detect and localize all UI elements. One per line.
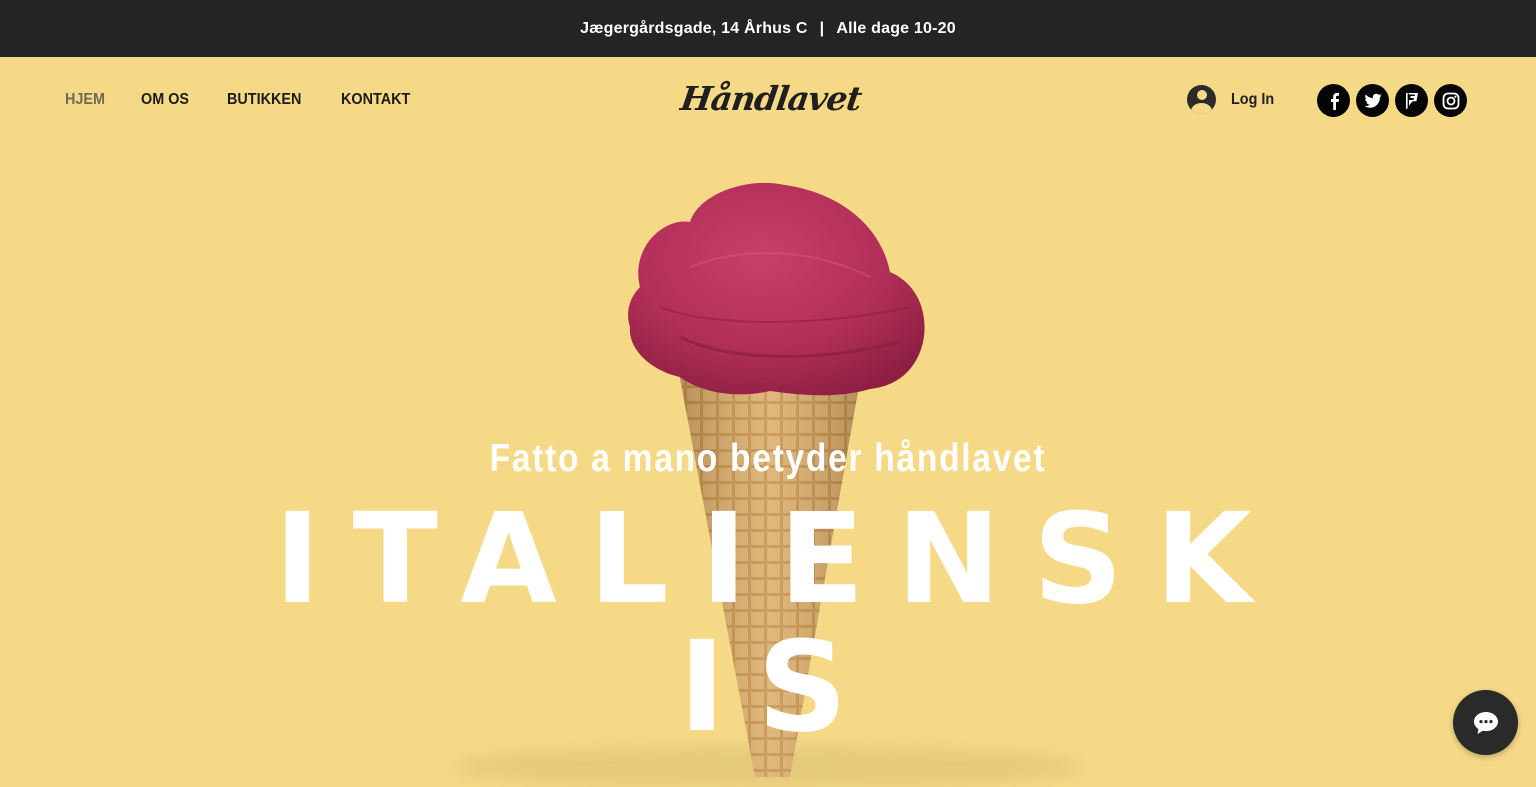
chat-bubble-icon — [1473, 711, 1498, 734]
login-button[interactable]: Log In — [1187, 85, 1279, 114]
hero-headline-line1: ITALIENSK — [274, 487, 1284, 632]
site-header: HJEM OM OS BUTIKKEN KONTAKT Håndlavet Lo… — [0, 57, 1536, 147]
instagram-icon[interactable] — [1434, 84, 1467, 117]
site-logo[interactable]: Håndlavet — [678, 79, 864, 125]
hero-section: Fatto a mano betyder håndlavet ITALIENSK… — [0, 147, 1536, 787]
login-label: Log In — [1231, 90, 1275, 108]
topbar-separator: | — [819, 19, 825, 37]
opening-hours: Alle dage 10-20 — [836, 19, 956, 37]
nav-item-kontakt[interactable]: KONTAKT — [341, 91, 410, 109]
hero-tagline: Fatto a mano betyder håndlavet — [489, 437, 1047, 480]
foursquare-icon[interactable] — [1395, 84, 1428, 117]
nav-item-butikken[interactable]: BUTIKKEN — [227, 91, 301, 109]
store-address: Jægergårdsgade, 14 Århus C — [580, 19, 808, 37]
facebook-icon[interactable] — [1317, 84, 1350, 117]
social-bar — [1317, 84, 1467, 117]
user-avatar-icon — [1187, 85, 1216, 114]
nav-item-om-os[interactable]: OM OS — [141, 91, 189, 109]
main-nav: HJEM OM OS BUTIKKEN KONTAKT — [65, 91, 451, 109]
twitter-icon[interactable] — [1356, 84, 1389, 117]
chat-button[interactable] — [1453, 690, 1518, 755]
hero-headline-line2: IS — [678, 615, 880, 760]
nav-item-hjem[interactable]: HJEM — [65, 91, 105, 109]
announcement-bar: Jægergårdsgade, 14 Århus C | Alle dage 1… — [0, 0, 1536, 57]
logo-text: Håndlavet — [678, 79, 864, 118]
